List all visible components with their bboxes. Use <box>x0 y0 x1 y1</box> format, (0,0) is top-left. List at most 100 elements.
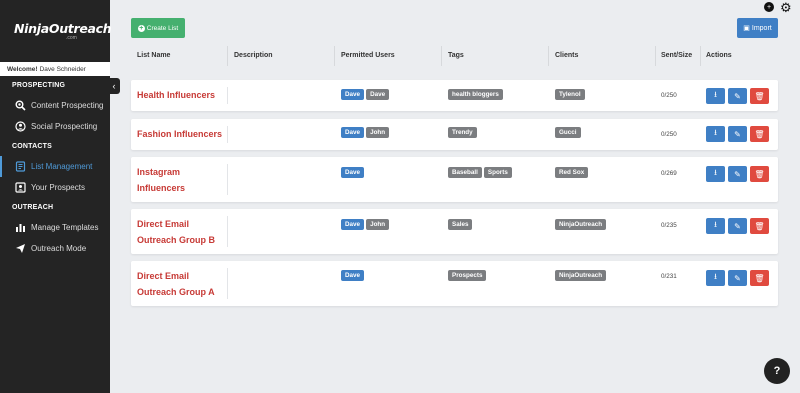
gear-icon[interactable]: ⚙ <box>780 1 792 14</box>
logo-text: NinjaOutreach <box>14 21 112 36</box>
section-contacts: CONTACTS <box>12 143 52 150</box>
plus-icon: + <box>137 24 145 32</box>
trash-icon: 🗑 <box>754 91 765 101</box>
clients-pills: Tylenol <box>555 89 585 100</box>
delete-button[interactable]: 🗑 <box>750 270 769 286</box>
client-pill: Gucci <box>555 127 581 138</box>
import-label: Import <box>751 24 772 32</box>
paper-plane-icon <box>15 243 26 254</box>
list-name-line: Direct Email <box>137 271 190 281</box>
table-row: Health Influencers Dave Dave health blog… <box>131 80 778 111</box>
sidebar-item-outreach-mode[interactable]: Outreach Mode <box>0 238 110 259</box>
users-pills: Dave <box>341 270 365 281</box>
row-actions: ⭳ ✎ 🗑 <box>706 218 769 234</box>
tag-pill: Prospects <box>448 270 487 281</box>
tag-pill: Sales <box>448 219 473 230</box>
list-name-link[interactable]: Direct Email Outreach Group B <box>137 216 215 248</box>
edit-button[interactable]: ✎ <box>728 126 747 142</box>
download-icon: ⭳ <box>714 272 717 281</box>
trash-icon: 🗑 <box>754 221 765 231</box>
table-row: Instagram Influencers Dave Baseball Spor… <box>131 157 778 202</box>
client-pill: NinjaOutreach <box>555 219 607 230</box>
edit-button[interactable]: ✎ <box>728 88 747 104</box>
sidebar-item-manage-templates[interactable]: Manage Templates <box>0 217 110 238</box>
download-button[interactable]: ⭳ <box>706 218 725 234</box>
list-name-line: Influencers <box>137 183 186 193</box>
help-icon: ? <box>773 365 781 377</box>
list-name-link[interactable]: Fashion Influencers <box>137 126 222 142</box>
clients-pills: Red Sox <box>555 167 589 178</box>
user-pill: John <box>366 219 390 230</box>
row-divider <box>227 126 228 143</box>
tags-pills: health bloggers <box>448 89 503 100</box>
welcome-label: Welcome! <box>7 65 38 73</box>
edit-icon: ✎ <box>734 91 741 101</box>
edit-button[interactable]: ✎ <box>728 218 747 234</box>
tag-pill: Baseball <box>448 167 482 178</box>
users-pills: Dave Dave <box>341 89 390 100</box>
tag-pill: health bloggers <box>448 89 503 100</box>
row-actions: ⭳ ✎ 🗑 <box>706 270 769 286</box>
user-pill: John <box>366 127 390 138</box>
sidebar-item-content-prospecting[interactable]: Content Prospecting <box>0 95 110 116</box>
magnifier-icon <box>15 100 26 111</box>
sent-size: 0/231 <box>661 273 677 280</box>
sidebar-item-your-prospects[interactable]: Your Prospects <box>0 177 110 198</box>
download-button[interactable]: ⭳ <box>706 270 725 286</box>
add-circle-icon[interactable]: + <box>764 2 774 12</box>
tags-pills: Sales <box>448 219 473 230</box>
top-icons: + ⚙ <box>764 1 792 14</box>
sidebar-item-list-management[interactable]: List Management <box>0 156 110 177</box>
sidebar-item-label: Manage Templates <box>31 223 99 232</box>
delete-button[interactable]: 🗑 <box>750 126 769 142</box>
download-button[interactable]: ⭳ <box>706 166 725 182</box>
col-clients: Clients <box>555 52 579 59</box>
list-name-link[interactable]: Direct Email Outreach Group A <box>137 268 215 300</box>
list-name-line: Outreach Group A <box>137 287 215 297</box>
row-divider <box>227 164 228 195</box>
list-name-link[interactable]: Health Influencers <box>137 87 215 103</box>
templates-icon <box>15 222 26 233</box>
delete-button[interactable]: 🗑 <box>750 218 769 234</box>
download-icon: ⭳ <box>714 220 717 229</box>
book-icon <box>15 161 26 172</box>
trash-icon: 🗑 <box>754 169 765 179</box>
table-header: List Name Description Permitted Users Ta… <box>131 46 778 66</box>
edit-icon: ✎ <box>734 129 741 139</box>
delete-button[interactable]: 🗑 <box>750 88 769 104</box>
download-button[interactable]: ⭳ <box>706 126 725 142</box>
download-icon: ⭳ <box>714 168 717 177</box>
logo[interactable]: NinjaOutreach .com <box>0 0 112 62</box>
users-pills: Dave John <box>341 127 390 138</box>
save-icon: ▣ <box>743 25 750 32</box>
col-separator <box>441 46 442 66</box>
col-actions: Actions <box>706 52 732 59</box>
download-button[interactable]: ⭳ <box>706 88 725 104</box>
delete-button[interactable]: 🗑 <box>750 166 769 182</box>
row-actions: ⭳ ✎ 🗑 <box>706 166 769 182</box>
edit-button[interactable]: ✎ <box>728 270 747 286</box>
table-row: Direct Email Outreach Group A Dave Prosp… <box>131 261 778 306</box>
sidebar-item-social-prospecting[interactable]: Social Prospecting <box>0 116 110 137</box>
contact-card-icon <box>15 182 26 193</box>
edit-button[interactable]: ✎ <box>728 166 747 182</box>
sidebar-item-label: Your Prospects <box>31 183 85 192</box>
help-chat-button[interactable]: ? <box>764 358 790 384</box>
row-divider <box>227 216 228 247</box>
sidebar: NinjaOutreach .com Welcome! Dave Schneid… <box>0 0 112 393</box>
create-list-button[interactable]: + Create List <box>131 18 185 38</box>
col-tags: Tags <box>448 52 464 59</box>
section-outreach: OUTREACH <box>12 204 54 211</box>
tags-pills: Baseball Sports <box>448 167 512 178</box>
import-button[interactable]: ▣ Import <box>737 18 778 38</box>
list-name-line: Fashion Influencers <box>137 129 223 139</box>
sent-size: 0/235 <box>661 222 677 229</box>
user-pill: Dave <box>341 167 365 178</box>
col-list-name: List Name <box>137 52 171 59</box>
client-pill: Tylenol <box>555 89 585 100</box>
col-separator <box>548 46 549 66</box>
users-pills: Dave John <box>341 219 390 230</box>
main-content: + Create List + ⚙ ▣ Import List Name Des… <box>110 0 800 393</box>
sidebar-item-label: Social Prospecting <box>31 122 98 131</box>
list-name-link[interactable]: Instagram Influencers <box>137 164 185 196</box>
